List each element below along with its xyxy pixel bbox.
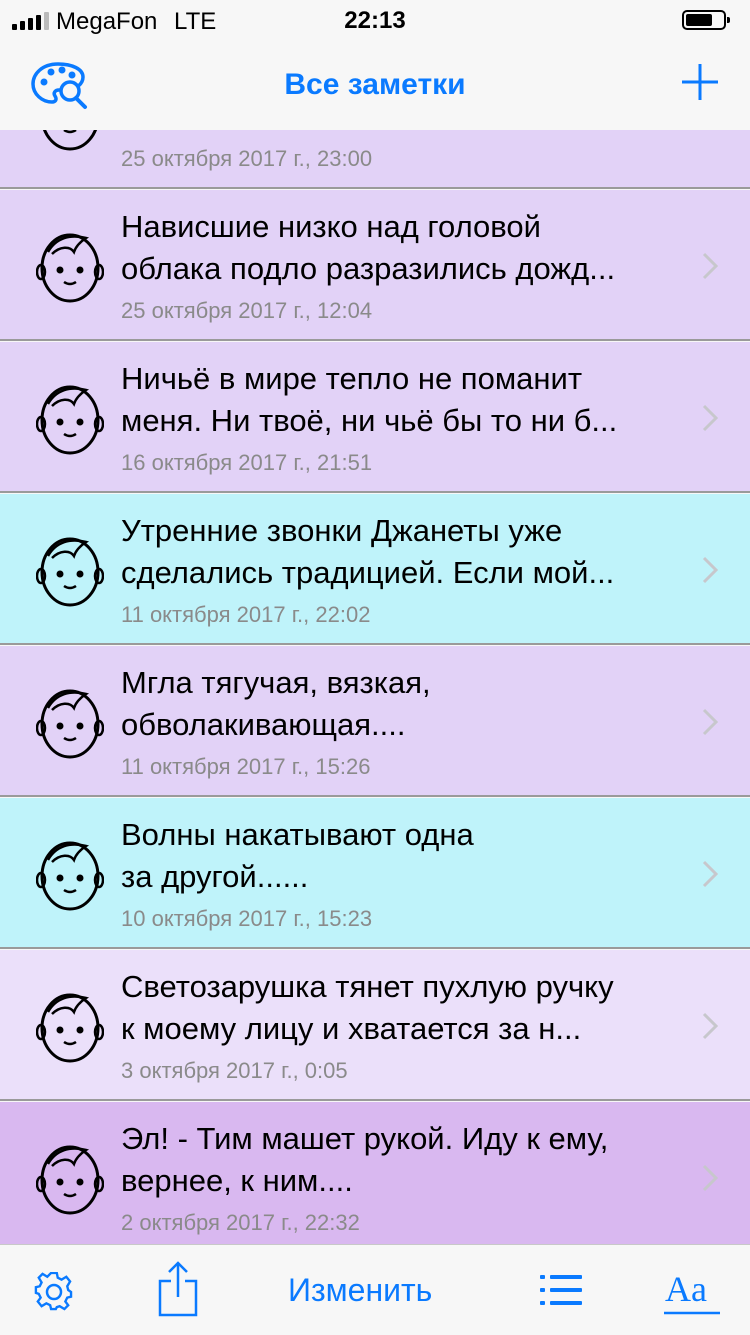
chevron-right-icon — [702, 252, 719, 280]
note-date: 25 октября 2017 г., 23:00 — [121, 146, 373, 171]
avatar-face-icon — [35, 228, 105, 306]
note-preview-line: Ничьё в мире тепло не поманит — [121, 361, 583, 396]
note-date: 25 октября 2017 г., 12:04 — [121, 298, 373, 323]
chevron-right-icon — [702, 556, 719, 584]
note-preview-line: вернее, к ним.... — [121, 1163, 353, 1198]
note-row[interactable]: Мгла тягучая, вязкая, обволакивающая.... 1… — [0, 646, 750, 797]
note-preview: Мгла тягучая, вязкая, обволакивающая.... — [121, 662, 681, 746]
note-row[interactable]: Ничьё в мире тепло не поманит меня. Ни тв… — [0, 342, 750, 493]
list-icon[interactable] — [540, 1273, 582, 1307]
note-preview: Утренние звонки Джанеты уже сделались тра… — [121, 510, 681, 594]
note-preview-line: к моему лицу и хватается за н... — [121, 1011, 582, 1046]
avatar-face-icon — [36, 130, 104, 154]
note-preview: Волны накатывают одна за другой...... — [121, 814, 681, 898]
chevron-right-icon — [702, 404, 719, 432]
avatar-face-icon — [35, 1140, 105, 1218]
note-preview-line: Мгла тягучая, вязкая, — [121, 665, 431, 700]
avatar-face-icon — [35, 684, 105, 762]
note-row[interactable]: Светозарушка тянет пухлую ручку к моему л… — [0, 950, 750, 1101]
chevron-right-icon — [702, 708, 719, 736]
battery-icon — [682, 10, 730, 30]
gear-icon[interactable] — [34, 1272, 74, 1312]
note-row[interactable]: Волны накатывают одна за другой...... 10 о… — [0, 798, 750, 949]
bottom-toolbar: Изменить Aa — [0, 1244, 750, 1335]
avatar-face-icon — [35, 532, 105, 610]
note-preview-line: за другой...... — [121, 859, 309, 894]
note-row[interactable]: Утренние звонки Джанеты уже сделались тра… — [0, 494, 750, 645]
font-label: Aa — [665, 1269, 707, 1309]
note-date: 11 октября 2017 г., 22:02 — [121, 602, 371, 627]
status-bar: MegaFon LTE 22:13 — [0, 0, 750, 44]
note-preview: Эл! - Тим машет рукой. Иду к ему, вернее,… — [121, 1118, 681, 1202]
note-preview-line: облака подло разразились дожд... — [121, 251, 616, 286]
note-preview: Нависшие низко над головой облака подло р… — [121, 206, 681, 290]
chevron-right-icon — [702, 1012, 719, 1040]
note-date: 16 октября 2017 г., 21:51 — [121, 450, 373, 475]
chevron-right-icon — [702, 860, 719, 888]
font-icon[interactable]: Aa — [664, 1263, 720, 1317]
note-preview: Светозарушка тянет пухлую ручку к моему л… — [121, 966, 681, 1050]
avatar-face-icon — [35, 380, 105, 458]
note-date: 3 октября 2017 г., 0:05 — [121, 1058, 348, 1083]
note-preview-line: Утренние звонки Джанеты уже — [121, 513, 563, 548]
navigation-bar: Все заметки — [0, 44, 750, 130]
note-row[interactable]: Эл! - Тим машет рукой. Иду к ему, вернее,… — [0, 1102, 750, 1244]
plus-icon[interactable] — [680, 62, 720, 102]
avatar-face-icon — [35, 988, 105, 1066]
note-row[interactable]: 25 октября 2017 г., 23:00 — [0, 130, 750, 189]
note-preview: Ничьё в мире тепло не поманит меня. Ни тв… — [121, 358, 681, 442]
note-preview-line: сделались традицией. Если мой... — [121, 555, 615, 590]
page-title: Все заметки — [284, 68, 466, 101]
note-row[interactable]: Нависшие низко над головой облака подло р… — [0, 190, 750, 341]
status-time: 22:13 — [344, 7, 406, 34]
share-icon[interactable] — [158, 1261, 198, 1317]
note-preview-line: Нависшие низко над головой — [121, 209, 541, 244]
avatar-face-icon — [35, 836, 105, 914]
note-date: 2 октября 2017 г., 22:32 — [121, 1210, 360, 1235]
note-preview-line: обволакивающая.... — [121, 707, 406, 742]
edit-button[interactable]: Изменить — [288, 1272, 432, 1309]
note-preview-line: Светозарушка тянет пухлую ручку — [121, 969, 614, 1004]
note-preview-line: Волны накатывают одна — [121, 817, 474, 852]
notes-list: 25 октября 2017 г., 23:00 Нависшие низко … — [0, 130, 750, 1244]
note-date: 11 октября 2017 г., 15:26 — [121, 754, 371, 779]
chevron-right-icon — [702, 1164, 719, 1192]
note-date: 10 октября 2017 г., 15:23 — [121, 906, 373, 931]
note-preview-line: меня. Ни твоё, ни чьё бы то ни б... — [121, 403, 618, 438]
note-preview-line: Эл! - Тим машет рукой. Иду к ему, — [121, 1121, 609, 1156]
